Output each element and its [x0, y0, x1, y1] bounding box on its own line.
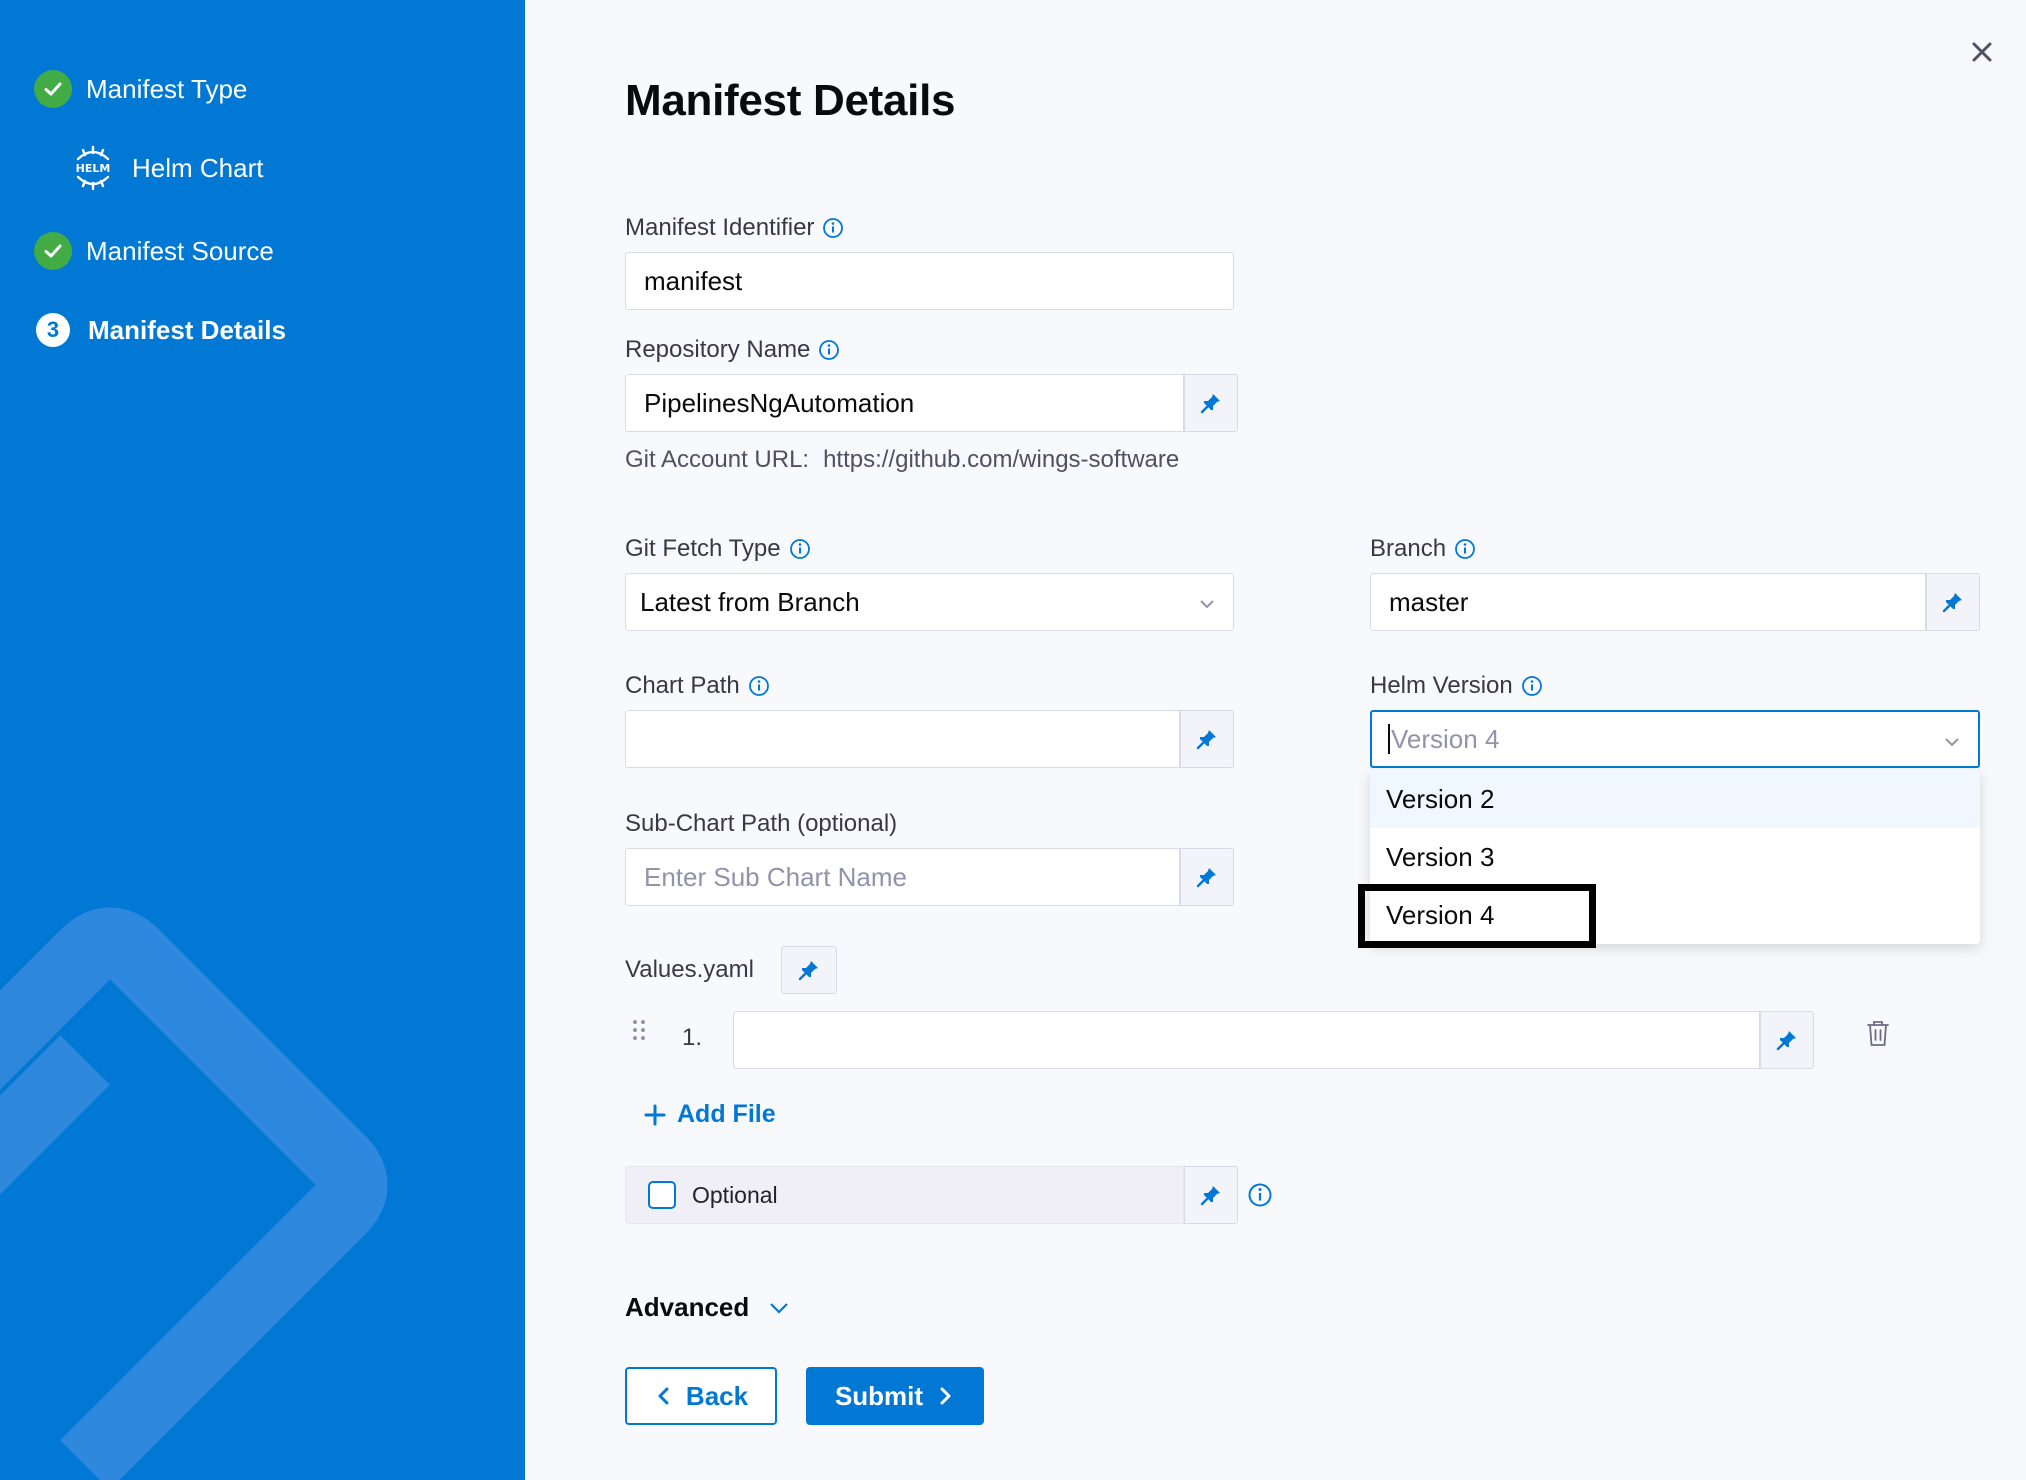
text-cursor: [1388, 724, 1390, 754]
repository-name-input[interactable]: PipelinesNgAutomation: [625, 374, 1184, 432]
helm-version-label: Helm Version: [1370, 672, 1543, 700]
pin-icon: [1942, 593, 1962, 613]
info-icon[interactable]: [818, 339, 840, 361]
info-icon[interactable]: [1454, 538, 1476, 560]
branch-input[interactable]: master: [1370, 573, 1926, 631]
info-icon[interactable]: [748, 675, 770, 697]
plus-icon: [644, 1104, 666, 1125]
chevron-right-icon: [940, 1387, 951, 1405]
info-icon[interactable]: [1247, 1182, 1273, 1208]
optional-checkbox-row[interactable]: Optional: [625, 1166, 1184, 1224]
chevron-down-icon: [1200, 600, 1214, 609]
pin-icon: [1200, 394, 1220, 414]
sub-chart-path-label: Sub-Chart Path (optional): [625, 810, 898, 837]
optional-runtime-pin[interactable]: [1184, 1166, 1238, 1224]
values-row-number: 1.: [682, 1024, 703, 1051]
chevron-left-icon: [658, 1387, 669, 1405]
chevron-down-icon: [1945, 738, 1959, 747]
pin-icon: [798, 961, 818, 981]
close-icon[interactable]: [1966, 36, 1998, 68]
git-fetch-type-label: Git Fetch Type: [625, 535, 811, 563]
manifest-identifier-label: Manifest Identifier: [625, 214, 844, 242]
check-icon: [34, 232, 72, 270]
sub-chart-path-runtime-pin[interactable]: [1180, 848, 1234, 906]
submit-button[interactable]: Submit: [806, 1367, 984, 1425]
page-title: Manifest Details: [625, 76, 956, 125]
pin-icon: [1776, 1031, 1796, 1051]
sub-chart-path-input[interactable]: Enter Sub Chart Name: [625, 848, 1180, 906]
pin-icon: [1196, 730, 1216, 750]
harness-logo-watermark: [0, 907, 388, 1480]
branch-runtime-pin[interactable]: [1926, 573, 1980, 631]
add-file-button[interactable]: Add File: [643, 1100, 776, 1129]
svg-text:HELM: HELM: [76, 162, 111, 175]
helm-version-select[interactable]: Version 4: [1370, 710, 1980, 768]
advanced-section-toggle[interactable]: Advanced: [625, 1292, 791, 1323]
chart-path-input[interactable]: [625, 710, 1180, 768]
values-yaml-label: Values.yaml: [625, 956, 754, 983]
values-yaml-file-input[interactable]: [733, 1011, 1760, 1069]
back-button[interactable]: Back: [625, 1367, 777, 1425]
step-manifest-source[interactable]: Manifest Source: [34, 232, 274, 270]
info-icon[interactable]: [789, 538, 811, 560]
step-number: 3: [36, 313, 70, 347]
step-manifest-details[interactable]: 3 Manifest Details: [36, 313, 286, 347]
step-label: Manifest Details: [88, 314, 286, 345]
step-manifest-type[interactable]: Manifest Type: [34, 70, 247, 108]
values-yaml-file-runtime-pin[interactable]: [1760, 1011, 1814, 1069]
pin-icon: [1196, 868, 1216, 888]
git-account-url: Git Account URL: https://github.com/wings…: [625, 446, 1180, 473]
dropdown-option-version-3[interactable]: Version 3: [1370, 828, 1980, 886]
step-label: Manifest Type: [86, 73, 248, 104]
manifest-details-panel: Manifest Details Manifest Identifier man…: [525, 0, 2026, 1480]
values-yaml-runtime-pin[interactable]: [781, 946, 837, 994]
step-helm-chart: HELM Helm Chart: [68, 143, 263, 193]
annotation-highlight: [1358, 884, 1596, 948]
drag-handle-icon[interactable]: [631, 1018, 647, 1048]
chart-path-runtime-pin[interactable]: [1180, 710, 1234, 768]
wizard-sidebar: Manifest Type HELM Helm Chart Manifest S…: [0, 0, 525, 1480]
info-icon[interactable]: [822, 217, 844, 239]
optional-checkbox[interactable]: [648, 1181, 676, 1209]
chevron-down-icon: [770, 1302, 789, 1314]
step-label: Manifest Source: [86, 235, 274, 266]
trash-icon[interactable]: [1865, 1018, 1891, 1048]
git-fetch-type-select[interactable]: Latest from Branch: [625, 573, 1234, 631]
branch-label: Branch: [1370, 535, 1476, 563]
info-icon[interactable]: [1521, 675, 1543, 697]
repository-name-runtime-pin[interactable]: [1184, 374, 1238, 432]
pin-icon: [1200, 1186, 1220, 1206]
step-label: Helm Chart: [132, 152, 264, 183]
manifest-identifier-input[interactable]: manifest: [625, 252, 1234, 310]
dropdown-option-version-2[interactable]: Version 2: [1370, 770, 1980, 828]
chart-path-label: Chart Path: [625, 672, 770, 700]
helm-icon: HELM: [76, 145, 111, 191]
check-icon: [34, 70, 72, 108]
repository-name-label: Repository Name: [625, 336, 840, 364]
